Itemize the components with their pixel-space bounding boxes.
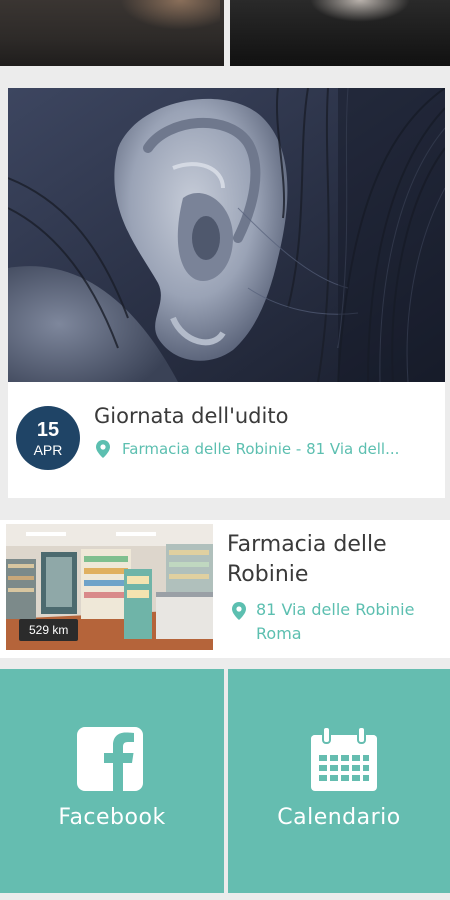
event-location-text: Farmacia delle Robinie - 81 Via dell... <box>122 440 400 458</box>
event-image <box>8 88 445 382</box>
pharmacy-address-line1: 81 Via delle Robinie <box>256 600 415 619</box>
pharmacy-image: 529 km <box>6 524 213 650</box>
event-info: 15 APR Giornata dell'udito Farmacia dell… <box>8 382 445 498</box>
event-date-day: 15 <box>36 419 60 441</box>
map-pin-icon <box>232 602 246 620</box>
gallery-image-right[interactable] <box>230 0 450 66</box>
event-location[interactable]: Farmacia delle Robinie - 81 Via dell... <box>96 440 441 458</box>
facebook-icon <box>77 727 143 791</box>
distance-badge: 529 km <box>19 619 79 641</box>
facebook-label: Facebook <box>58 805 166 830</box>
facebook-tile-button[interactable]: Facebook <box>0 669 224 893</box>
pharmacy-name: Farmacia delle Robinie <box>227 532 387 587</box>
event-card[interactable]: 15 APR Giornata dell'udito Farmacia dell… <box>8 88 445 498</box>
map-pin-icon <box>96 440 110 458</box>
gallery-image-left[interactable] <box>0 0 224 66</box>
calendar-icon <box>311 727 377 791</box>
event-date-month: APR <box>33 442 63 458</box>
pharmacy-address-text: 81 Via delle Robinie Roma <box>256 598 414 646</box>
calendar-tile-button[interactable]: Calendario <box>228 669 450 893</box>
pharmacy-card[interactable]: 529 km Farmacia delle Robinie 81 Via del… <box>0 520 450 658</box>
event-date-badge: 15 APR <box>16 406 80 470</box>
top-gallery-strip <box>0 0 450 66</box>
pharmacy-address[interactable]: 81 Via delle Robinie Roma <box>232 598 447 646</box>
event-title: Giornata dell'udito <box>94 404 289 428</box>
calendar-label: Calendario <box>277 805 401 830</box>
pharmacy-address-line2: Roma <box>256 624 302 643</box>
